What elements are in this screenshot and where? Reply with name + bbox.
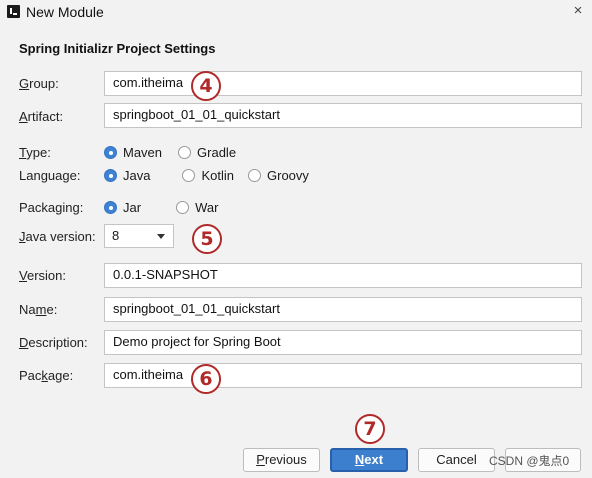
artifact-label: Artifact:	[19, 109, 64, 124]
version-field[interactable]: 0.0.1-SNAPSHOT	[104, 263, 582, 288]
window-title: New Module	[26, 4, 104, 20]
type-label: Type:	[19, 145, 51, 160]
language-radio-group: Java Kotlin Groovy	[104, 168, 326, 183]
radio-unchecked-icon	[248, 169, 261, 182]
radio-checked-icon	[104, 201, 117, 214]
radio-checked-icon	[104, 146, 117, 159]
chevron-down-icon	[157, 234, 165, 239]
package-field[interactable]: com.itheima	[104, 363, 582, 388]
annotation-marker-7: 7	[355, 414, 385, 444]
annotation-marker-5: 5	[192, 224, 222, 254]
name-label: Name:	[19, 302, 58, 317]
type-radio-gradle[interactable]: Gradle	[178, 145, 236, 160]
java-version-value: 8	[112, 228, 120, 243]
close-icon[interactable]: ×	[569, 2, 587, 20]
packaging-label: Packaging:	[19, 200, 84, 215]
annotation-marker-6: 6	[191, 364, 221, 394]
type-radio-maven[interactable]: Maven	[104, 145, 162, 160]
annotation-marker-4: 4	[191, 71, 221, 101]
previous-button[interactable]: Previous	[243, 448, 320, 472]
group-label: Group:	[19, 76, 59, 91]
radio-unchecked-icon	[178, 146, 192, 159]
radio-unchecked-icon	[176, 201, 190, 214]
version-label: Version:	[19, 268, 66, 283]
packaging-radio-war[interactable]: War	[176, 200, 218, 215]
title-bar: New Module ×	[0, 0, 592, 26]
language-radio-groovy[interactable]: Groovy	[248, 168, 309, 183]
radio-unchecked-icon	[182, 169, 196, 182]
package-label: Package:	[19, 368, 74, 383]
language-label: Language:	[19, 168, 81, 183]
description-label: Description:	[19, 335, 88, 350]
next-button[interactable]: Next	[330, 448, 408, 472]
watermark: CSDN @鬼点0	[489, 454, 570, 468]
intellij-idea-icon	[7, 5, 20, 18]
cancel-button[interactable]: Cancel	[418, 448, 495, 472]
description-field[interactable]: Demo project for Spring Boot	[104, 330, 582, 355]
group-field[interactable]: com.itheima	[104, 71, 582, 96]
java-version-select[interactable]: 8	[104, 224, 174, 248]
name-field[interactable]: springboot_01_01_quickstart	[104, 297, 582, 322]
language-radio-kotlin[interactable]: Kotlin	[182, 168, 234, 183]
packaging-radio-group: Jar War	[104, 200, 235, 215]
radio-checked-icon	[104, 169, 117, 182]
type-radio-group: Maven Gradle	[104, 145, 253, 160]
language-radio-java[interactable]: Java	[104, 168, 150, 183]
java-version-label: Java version:	[19, 229, 96, 244]
packaging-radio-jar[interactable]: Jar	[104, 200, 141, 215]
artifact-field[interactable]: springboot_01_01_quickstart	[104, 103, 582, 128]
section-title: Spring Initializr Project Settings	[19, 41, 216, 56]
